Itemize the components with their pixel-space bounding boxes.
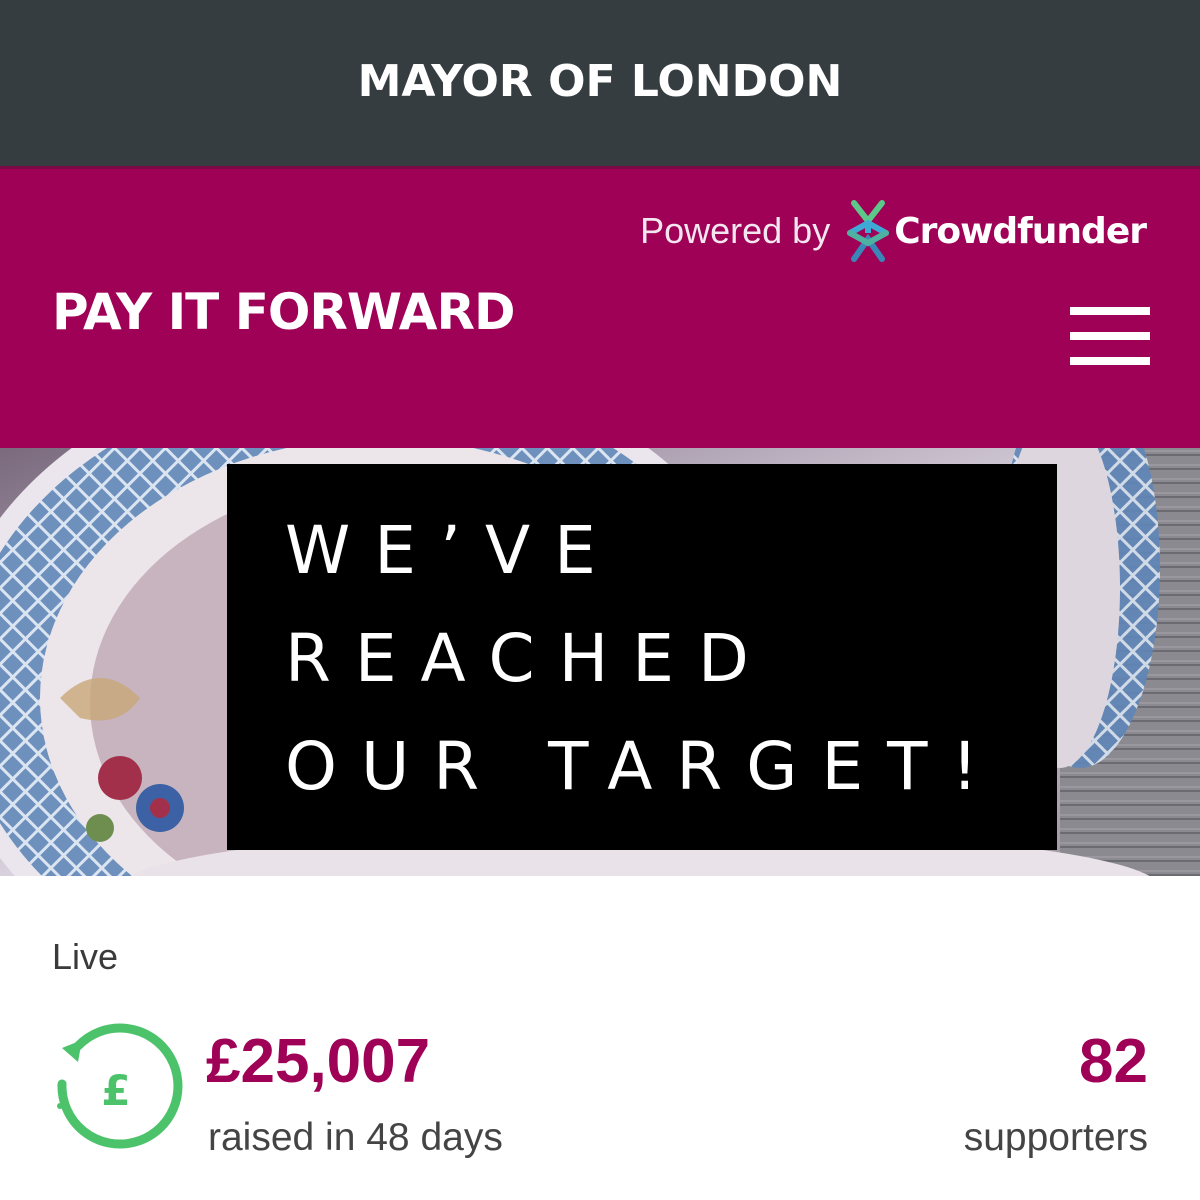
banner-line-1: WE’VE bbox=[285, 512, 620, 589]
supporters-label: supporters bbox=[963, 1116, 1148, 1159]
hamburger-menu-icon[interactable] bbox=[1070, 307, 1150, 365]
supporters-count: 82 bbox=[1079, 1027, 1148, 1096]
powered-by-label: Powered by bbox=[640, 210, 831, 251]
svg-text:£: £ bbox=[101, 1066, 130, 1115]
powered-by-crowdfunder[interactable]: Powered by Crowdfunder bbox=[640, 199, 1147, 263]
top-header: MAYOR OF LONDON bbox=[0, 0, 1200, 166]
campaign-status: Live bbox=[52, 936, 119, 977]
brand-bar: Powered by Crowdfunder PAY IT FORWARD bbox=[0, 166, 1200, 448]
mayor-of-london-logo[interactable]: MAYOR OF LONDON bbox=[358, 56, 843, 107]
crowdfunder-logo-icon bbox=[847, 200, 890, 262]
banner-line-2: REACHED bbox=[285, 620, 773, 697]
banner-line-3: OUR TARGET! bbox=[285, 728, 1002, 805]
site-title[interactable]: PAY IT FORWARD bbox=[52, 283, 515, 341]
crowdfunder-brand-name: Crowdfunder bbox=[894, 210, 1147, 252]
pound-refund-icon: £ bbox=[57, 1023, 183, 1149]
amount-raised: £25,007 bbox=[206, 1027, 431, 1096]
raised-caption: raised in 48 days bbox=[208, 1116, 503, 1159]
hero-banner: WE’VE REACHED OUR TARGET! bbox=[0, 448, 1200, 876]
target-reached-banner: WE’VE REACHED OUR TARGET! bbox=[227, 464, 1057, 850]
